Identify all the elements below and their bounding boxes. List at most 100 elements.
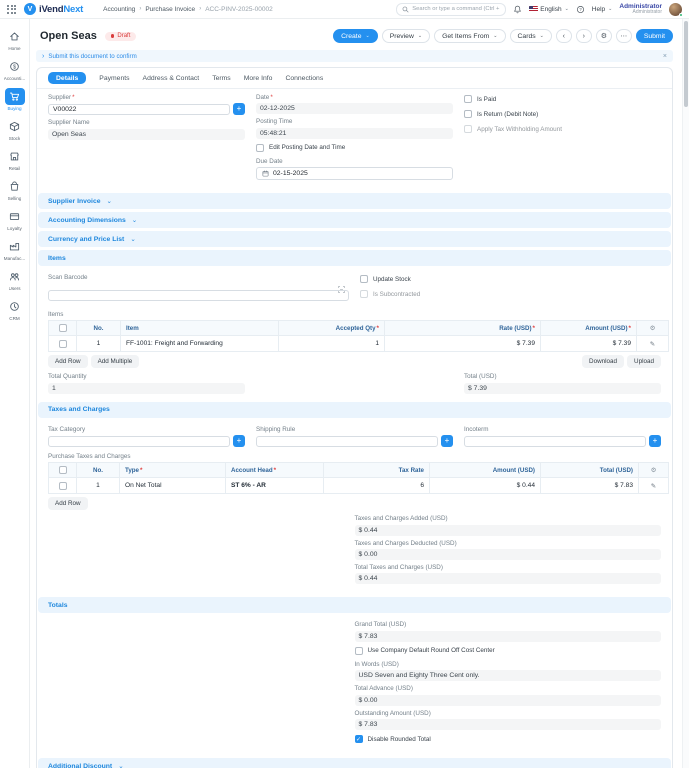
incoterm-input[interactable] (464, 436, 646, 447)
apply-twa-checkbox[interactable] (464, 125, 472, 133)
details-form: Supplier* + Supplier Name Open Seas (37, 89, 672, 193)
row-checkbox[interactable] (59, 482, 67, 490)
close-icon[interactable]: × (663, 53, 667, 60)
loyalty-card-icon (5, 208, 25, 225)
sidebar-item-loyalty[interactable]: Loyalty (0, 208, 30, 231)
edit-posting-checkbox[interactable] (256, 144, 264, 152)
details-column-3: Is Paid Is Return (Debit Note) Apply Tax… (464, 95, 661, 185)
factory-icon (5, 238, 25, 255)
scrollbar-thumb[interactable] (684, 21, 688, 107)
upload-button[interactable]: Upload (627, 355, 661, 368)
breadcrumb-purchase-invoice[interactable]: Purchase Invoice (145, 6, 195, 13)
table-settings-icon[interactable]: ⚙ (651, 467, 657, 474)
sidebar-item-buying[interactable]: Buying (0, 88, 30, 111)
scan-barcode-input[interactable] (48, 290, 349, 301)
customize-button[interactable]: ⚙ (596, 29, 612, 43)
support-icon[interactable]: ? (576, 5, 585, 14)
section-supplier-invoice[interactable]: Supplier Invoice ⌄ (38, 193, 671, 209)
items-table: No. Item Accepted Qty* Rate (USD)* Amoun… (48, 320, 669, 352)
column-total: Total (USD) (541, 463, 639, 478)
language-selector[interactable]: English ⌄ (529, 6, 569, 13)
add-supplier-button[interactable]: + (233, 103, 245, 115)
user-avatar[interactable] (669, 3, 682, 16)
row-checkbox[interactable] (59, 340, 67, 348)
round-off-checkbox[interactable] (355, 647, 363, 655)
get-items-from-button[interactable]: Get Items From⌄ (434, 29, 505, 43)
search-input[interactable] (412, 6, 500, 12)
global-search[interactable] (396, 3, 506, 16)
in-words-value: USD Seven and Eighty Three Cent only. (355, 670, 662, 681)
is-paid-checkbox[interactable] (464, 95, 472, 103)
supplier-input[interactable] (48, 104, 230, 115)
app-launcher-icon[interactable] (7, 5, 16, 14)
download-button[interactable]: Download (582, 355, 624, 368)
help-menu[interactable]: Help ⌄ (592, 6, 613, 13)
section-taxes-charges[interactable]: Taxes and Charges (38, 402, 671, 418)
section-additional-discount[interactable]: Additional Discount ⌄ (38, 758, 671, 768)
item-row-rate: $ 7.39 (385, 336, 541, 352)
previous-document-button[interactable]: ‹ (556, 29, 572, 43)
submit-button[interactable]: Submit (636, 29, 673, 43)
sidebar-item-selling[interactable]: Selling (0, 178, 30, 201)
add-incoterm-button[interactable]: + (649, 435, 661, 447)
breadcrumb-accounting[interactable]: Accounting (103, 6, 135, 13)
add-tax-category-button[interactable]: + (233, 435, 245, 447)
tab-connections[interactable]: Connections (285, 75, 323, 82)
caret-down-icon: ⌄ (565, 6, 569, 12)
posting-time-label: Posting Time (256, 119, 453, 126)
select-all-checkbox[interactable] (59, 324, 67, 332)
next-document-button[interactable]: › (576, 29, 592, 43)
edit-row-icon[interactable]: ✎ (651, 483, 656, 490)
items-section-body: Scan Barcode Update Stock (37, 269, 672, 401)
notifications-bell-icon[interactable] (513, 5, 522, 14)
tab-terms[interactable]: Terms (212, 75, 231, 82)
sidebar-item-stock[interactable]: Stock (0, 118, 30, 141)
section-items[interactable]: Items (38, 250, 671, 266)
section-accounting-dimensions[interactable]: Accounting Dimensions ⌄ (38, 212, 671, 228)
sidebar-item-retail[interactable]: Retail (0, 148, 30, 171)
is-subcontracted-checkbox[interactable] (360, 290, 368, 298)
disable-rounded-checkbox[interactable]: ✓ (355, 735, 363, 743)
due-date-input[interactable]: 02-15-2025 (256, 167, 453, 180)
add-row-button[interactable]: Add Row (48, 497, 88, 510)
shipping-rule-input[interactable] (256, 436, 438, 447)
tab-address-contact[interactable]: Address & Contact (143, 75, 200, 82)
taxes-table-row[interactable]: 1 On Net Total ST 6% - AR 6 $ 0.44 $ 7.8… (49, 478, 669, 494)
ellipsis-icon: ⋯ (620, 32, 627, 40)
section-currency-price-list[interactable]: Currency and Price List ⌄ (38, 231, 671, 247)
column-amount: Amount (USD) (585, 325, 627, 332)
svg-text:?: ? (579, 6, 582, 11)
sidebar-item-manufacturing[interactable]: Manufac... (0, 238, 30, 261)
sidebar-item-users[interactable]: Users (0, 268, 30, 291)
cards-button[interactable]: Cards⌄ (510, 29, 552, 43)
edit-row-icon[interactable]: ✎ (650, 341, 655, 348)
add-multiple-button[interactable]: Add Multiple (91, 355, 140, 368)
tax-category-input[interactable] (48, 436, 230, 447)
create-button[interactable]: Create⌄ (333, 29, 378, 43)
column-amount: Amount (USD) (430, 463, 541, 478)
items-table-row[interactable]: 1 FF-1001: Freight and Forwarding 1 $ 7.… (49, 336, 669, 352)
add-shipping-rule-button[interactable]: + (441, 435, 453, 447)
menu-button[interactable]: ⋯ (616, 29, 632, 43)
is-return-checkbox[interactable] (464, 110, 472, 118)
section-totals[interactable]: Totals (38, 597, 671, 613)
select-all-checkbox[interactable] (59, 466, 67, 474)
sidebar-item-home[interactable]: Home (0, 28, 30, 51)
user-menu[interactable]: Administrator Administrator (619, 3, 662, 16)
tab-payments[interactable]: Payments (99, 75, 129, 82)
confirm-alert[interactable]: › Submit this document to confirm × (36, 50, 673, 62)
tab-details[interactable]: Details (48, 72, 86, 84)
add-row-button[interactable]: Add Row (48, 355, 88, 368)
brand-logo[interactable]: V iVendNext (24, 3, 83, 15)
sidebar-item-crm[interactable]: CRM (0, 298, 30, 321)
table-settings-icon[interactable]: ⚙ (650, 325, 656, 332)
total-quantity-value: 1 (48, 383, 245, 394)
vertical-scrollbar[interactable] (682, 19, 689, 768)
tab-more-info[interactable]: More Info (244, 75, 273, 82)
update-stock-checkbox[interactable] (360, 275, 368, 283)
preview-button[interactable]: Preview⌄ (382, 29, 430, 43)
sidebar-item-accounting[interactable]: $ Accounti... (0, 58, 30, 81)
column-account-head: Account Head (231, 467, 273, 474)
chevron-down-icon: ⌄ (118, 762, 123, 768)
shopping-bag-icon (5, 178, 25, 195)
